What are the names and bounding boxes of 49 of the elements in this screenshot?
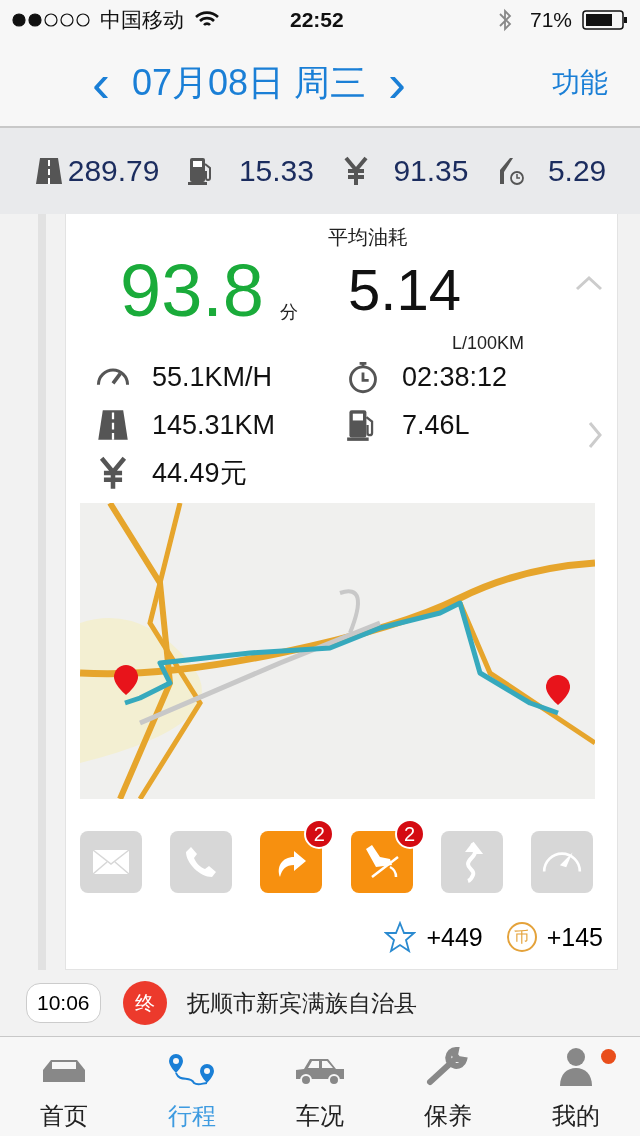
tab-bar-item[interactable]: 首页 bbox=[0, 1037, 128, 1136]
coins-earned: +145 bbox=[546, 922, 603, 952]
tab-bar-item[interactable]: 我的 bbox=[512, 1037, 640, 1136]
clock-time: 22:52 bbox=[290, 8, 344, 32]
bluetooth-icon bbox=[497, 7, 512, 33]
trip-stat: 55.1KM/H bbox=[152, 361, 273, 393]
time-label: 10:06 bbox=[26, 983, 101, 1023]
end-location: 抚顺市新宾满族自治县 bbox=[186, 988, 417, 1018]
coin-icon: 币 bbox=[506, 922, 537, 952]
count-badge: 2 bbox=[304, 819, 335, 849]
trip-stat: 7.46L bbox=[402, 409, 470, 441]
end-marker: 终 bbox=[122, 981, 167, 1025]
speedometer-icon bbox=[96, 367, 130, 387]
consumption-unit: L/100KM bbox=[452, 333, 525, 354]
car-icon bbox=[294, 1056, 346, 1086]
trip-stat: 145.31KM bbox=[152, 409, 276, 441]
star-icon bbox=[384, 921, 417, 953]
chevron-right-icon[interactable] bbox=[587, 421, 603, 449]
next-day-button[interactable]: › bbox=[380, 56, 415, 110]
functions-button[interactable]: 功能 bbox=[544, 69, 616, 97]
previous-day-button[interactable]: ‹ bbox=[84, 56, 118, 110]
road-icon bbox=[96, 408, 130, 442]
trip-stat: 44.49元 bbox=[152, 457, 247, 490]
tab-bar-item[interactable]: 保养 bbox=[384, 1037, 512, 1136]
driving-score: 93.8 bbox=[120, 254, 265, 334]
collapse-caret-icon[interactable] bbox=[575, 274, 603, 292]
date-title: 07月08日 周三 bbox=[132, 60, 367, 105]
carrier-name: 中国移动 bbox=[100, 7, 184, 33]
summary-value: 15.33 bbox=[238, 154, 314, 188]
summary-value: 91.35 bbox=[393, 154, 469, 188]
average-consumption-label: 平均油耗 bbox=[328, 225, 410, 250]
speedometer-icon bbox=[541, 851, 582, 873]
road-icon bbox=[33, 156, 64, 186]
trip-stat: 02:38:12 bbox=[402, 361, 508, 393]
route-pins-icon bbox=[167, 1052, 217, 1086]
wrench-icon bbox=[426, 1046, 470, 1086]
battery-percent: 71% bbox=[529, 8, 572, 32]
summary-value: 5.29 bbox=[547, 154, 607, 188]
summary-value: 289.79 bbox=[67, 154, 160, 188]
stopwatch-icon bbox=[346, 360, 380, 394]
battery-icon bbox=[582, 10, 628, 30]
points-earned: +449 bbox=[426, 922, 483, 952]
signal-icon bbox=[12, 13, 92, 27]
score-unit: 分 bbox=[280, 301, 299, 324]
average-consumption-value: 5.14 bbox=[348, 261, 462, 319]
person-icon bbox=[558, 1046, 594, 1086]
tab-bar-item[interactable]: 车况 bbox=[256, 1037, 384, 1136]
count-badge: 2 bbox=[394, 819, 425, 849]
envelope-icon bbox=[91, 847, 131, 877]
